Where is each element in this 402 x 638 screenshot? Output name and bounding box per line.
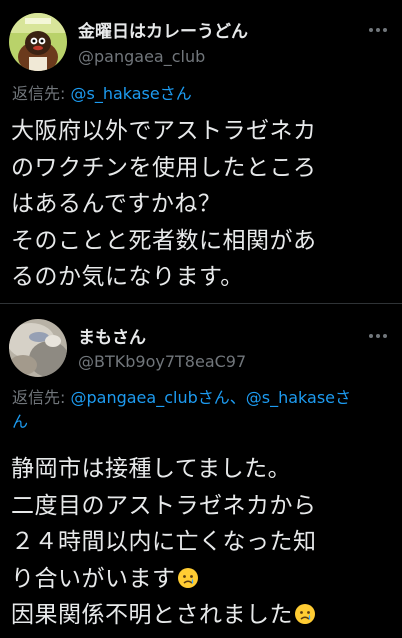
tweet-reply-2[interactable]: まもさん @BTKb9oy7T8eaC97 返信先: @pangaea_club… bbox=[0, 304, 402, 638]
tweet-line: り合いがいます bbox=[11, 565, 176, 592]
reply-prefix: 返信先: bbox=[12, 84, 71, 103]
tweet-text: 静岡市は接種してました。 二度目のアストラゼネカから ２４時間以内に亡くなった知… bbox=[11, 451, 396, 634]
tweet-line: 因果関係不明とされました bbox=[11, 602, 293, 628]
avatar[interactable] bbox=[9, 13, 67, 71]
reply-prefix: 返信先: bbox=[12, 388, 71, 407]
crying-face-icon bbox=[177, 564, 199, 588]
avatar-image bbox=[9, 13, 67, 71]
reply-context: 返信先: @s_hakaseさん bbox=[12, 82, 392, 106]
crying-face-icon bbox=[294, 600, 316, 624]
tweet-line: 静岡市は接種してました。 bbox=[11, 456, 292, 482]
tweet-line: るのか気になります。 bbox=[11, 264, 244, 290]
avatar-image bbox=[9, 319, 67, 377]
avatar[interactable] bbox=[9, 319, 67, 377]
user-handle[interactable]: @pangaea_club bbox=[78, 47, 205, 66]
tweet-line: ２４時間以内に亡くなった知 bbox=[11, 529, 317, 555]
tweet-line: はあるんですかね？ bbox=[11, 191, 222, 217]
more-options-icon[interactable] bbox=[366, 326, 390, 346]
mention-suffix[interactable]: さん bbox=[160, 84, 192, 103]
tweet-line: そのことと死者数に相関があ bbox=[11, 227, 317, 254]
more-options-icon[interactable] bbox=[366, 20, 390, 40]
tweet-line: 二度目のアストラゼネカから bbox=[11, 492, 317, 519]
mention-suffix[interactable]: さ bbox=[335, 388, 351, 407]
user-handle[interactable]: @BTKb9oy7T8eaC97 bbox=[78, 352, 246, 371]
mention-link[interactable]: @s_hakase bbox=[246, 388, 335, 407]
mention-suffix[interactable]: ん bbox=[12, 412, 28, 431]
tweet-reply-1[interactable]: 金曜日はカレーうどん @pangaea_club 返信先: @s_hakaseさ… bbox=[0, 0, 402, 303]
display-name[interactable]: まもさん bbox=[78, 323, 146, 348]
tweet-text: 大阪府以外でアストラゼネカ のワクチンを使用したところ はあるんですかね？ その… bbox=[11, 113, 396, 296]
mention-link[interactable]: @s_hakase bbox=[70, 84, 159, 103]
mention-link[interactable]: @pangaea_club bbox=[70, 388, 197, 407]
tweet-line: のワクチンを使用したところ bbox=[11, 154, 317, 181]
tweet-line: 大阪府以外でアストラゼネカ bbox=[11, 118, 317, 144]
reply-context: 返信先: @pangaea_clubさん、@s_hakaseさん bbox=[12, 386, 392, 434]
mention-suffix[interactable]: さん、 bbox=[198, 388, 246, 407]
display-name[interactable]: 金曜日はカレーうどん bbox=[78, 17, 248, 42]
